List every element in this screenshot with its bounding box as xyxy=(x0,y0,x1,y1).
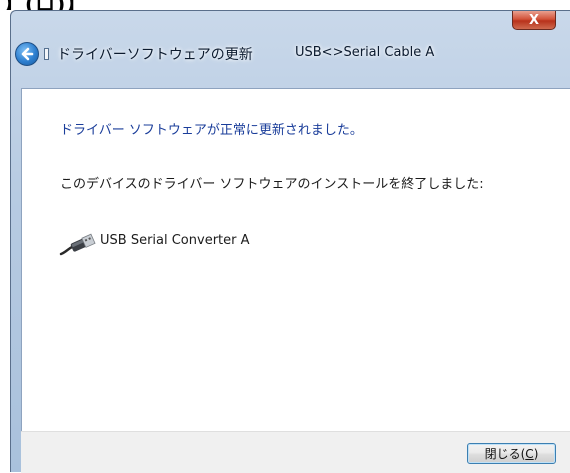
close-button-mnemonic: C xyxy=(525,446,534,461)
driver-update-window: X ドライバーソフトウェアの更新 USB<>Serial Cable A ドライ… xyxy=(10,10,570,473)
page-heading-fragment: 】(ロ)】 xyxy=(0,0,570,10)
driver-app-icon xyxy=(44,48,49,60)
install-message: このデバイスのドライバー ソフトウェアのインストールを終了しました: xyxy=(60,177,484,192)
usb-plug-icon xyxy=(59,233,96,256)
content-panel: ドライバー ソフトウェアが正常に更新されました。 このデバイスのドライバー ソフ… xyxy=(21,88,570,431)
window-close-button[interactable]: X xyxy=(512,11,556,30)
window-title: ドライバーソフトウェアの更新 xyxy=(57,47,253,63)
dialog-footer: 閉じる(C) xyxy=(21,431,570,473)
close-button-label: 閉じる( xyxy=(484,447,526,461)
page-heading-text: 】(ロ)】 xyxy=(4,0,87,10)
close-dialog-button[interactable]: 閉じる(C) xyxy=(467,443,556,464)
close-x-icon: X xyxy=(528,12,540,28)
back-button[interactable] xyxy=(15,42,39,66)
back-arrow-icon xyxy=(21,47,34,61)
window-device-title: USB<>Serial Cable A xyxy=(295,45,435,60)
device-name: USB Serial Converter A xyxy=(100,233,250,248)
close-button-suffix: ) xyxy=(533,446,539,461)
window-header: ドライバーソフトウェアの更新 USB<>Serial Cable A xyxy=(11,29,570,83)
success-message: ドライバー ソフトウェアが正常に更新されました。 xyxy=(60,123,363,138)
